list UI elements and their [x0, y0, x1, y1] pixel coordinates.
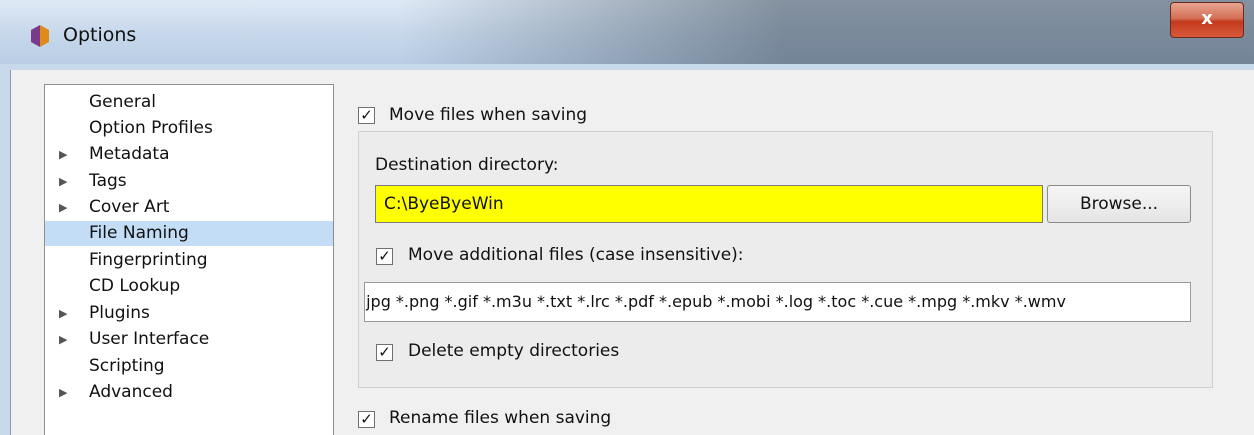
delete-empty-directories-checkbox[interactable]: ✓ — [376, 344, 393, 361]
tree-item-label: File Naming — [89, 223, 189, 243]
additional-files-patterns-input[interactable]: .jpg *.png *.gif *.m3u *.txt *.lrc *.pdf… — [364, 282, 1191, 322]
checkmark-icon: ✓ — [378, 247, 391, 265]
expand-arrow-icon[interactable]: ▶ — [59, 327, 67, 352]
tree-item-file-naming[interactable]: File Naming — [45, 221, 333, 246]
tree-item-label: Tags — [89, 171, 127, 191]
expand-arrow-icon[interactable]: ▶ — [59, 195, 67, 220]
additional-files-patterns-text: .jpg *.png *.gif *.m3u *.txt *.lrc *.pdf… — [364, 292, 1066, 311]
tree-item-plugins[interactable]: ▶ Plugins — [45, 301, 333, 326]
tree-item-label: Plugins — [89, 303, 150, 323]
title-bar[interactable]: Options x — [0, 0, 1254, 65]
checkmark-icon: ✓ — [378, 343, 391, 361]
move-additional-files-label: Move additional files (case insensitive)… — [408, 245, 744, 265]
tree-item-label: Fingerprinting — [89, 250, 208, 270]
destination-directory-input[interactable]: C:\ByeByeWin — [375, 185, 1043, 223]
title-bar-shade — [400, 0, 1254, 64]
tree-item-label: Scripting — [89, 356, 165, 376]
checkmark-icon: ✓ — [360, 410, 373, 428]
expand-arrow-icon[interactable]: ▶ — [59, 380, 67, 405]
rename-files-label: Rename files when saving — [389, 408, 612, 428]
tree-item-metadata[interactable]: ▶ Metadata — [45, 142, 333, 167]
move-additional-files-checkbox[interactable]: ✓ — [376, 248, 393, 265]
delete-empty-directories-label: Delete empty directories — [408, 341, 620, 361]
tree-item-label: General — [89, 92, 156, 112]
app-logo-icon — [31, 25, 49, 47]
tree-item-advanced[interactable]: ▶ Advanced — [45, 380, 333, 405]
tree-item-option-profiles[interactable]: Option Profiles — [45, 116, 333, 141]
expand-arrow-icon[interactable]: ▶ — [59, 301, 67, 326]
rename-files-checkbox[interactable]: ✓ — [358, 411, 375, 428]
close-button[interactable]: x — [1170, 2, 1244, 38]
tree-item-label: Metadata — [89, 144, 170, 164]
checkmark-icon: ✓ — [360, 106, 373, 124]
move-files-checkbox[interactable]: ✓ — [358, 107, 375, 124]
tree-item-tags[interactable]: ▶ Tags — [45, 169, 333, 194]
tree-item-fingerprinting[interactable]: Fingerprinting — [45, 248, 333, 273]
tree-item-label: Advanced — [89, 382, 173, 402]
options-tree[interactable]: General Option Profiles ▶ Metadata ▶ Tag… — [44, 84, 334, 435]
tree-item-user-interface[interactable]: ▶ User Interface — [45, 327, 333, 352]
tree-item-label: CD Lookup — [89, 276, 181, 296]
window-title: Options — [63, 24, 137, 46]
tree-item-general[interactable]: General — [45, 90, 333, 115]
move-files-label: Move files when saving — [389, 105, 588, 125]
tree-item-scripting[interactable]: Scripting — [45, 354, 333, 379]
destination-directory-label: Destination directory: — [375, 155, 559, 175]
close-icon: x — [1201, 8, 1213, 29]
tree-item-label: Option Profiles — [89, 118, 213, 138]
browse-button[interactable]: Browse... — [1047, 185, 1191, 223]
tree-item-label: Cover Art — [89, 197, 170, 217]
tree-item-cd-lookup[interactable]: CD Lookup — [45, 274, 333, 299]
expand-arrow-icon[interactable]: ▶ — [59, 142, 67, 167]
tree-item-cover-art[interactable]: ▶ Cover Art — [45, 195, 333, 220]
tree-item-label: User Interface — [89, 329, 210, 349]
expand-arrow-icon[interactable]: ▶ — [59, 169, 67, 194]
